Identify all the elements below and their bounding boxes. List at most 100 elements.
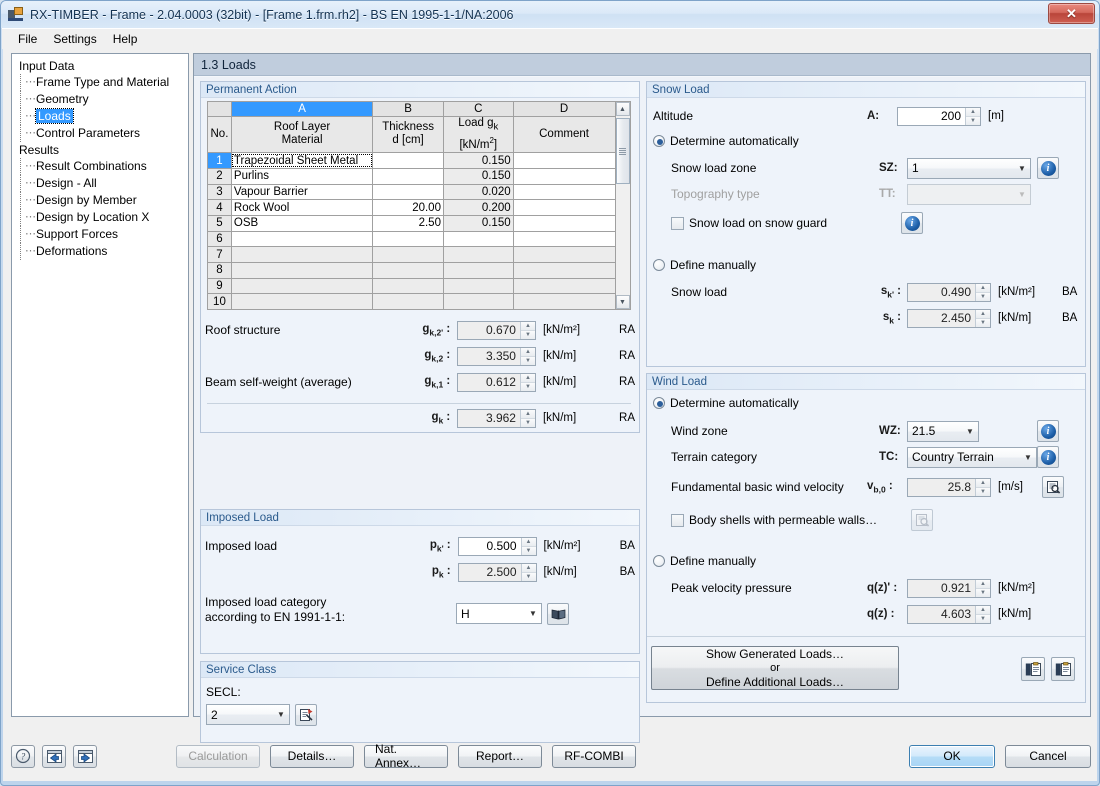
wind-zone-info-button[interactable]: i	[1037, 420, 1059, 442]
row-number[interactable]: 2	[207, 167, 232, 185]
value-text[interactable]	[908, 478, 975, 496]
row-number[interactable]: 8	[207, 261, 232, 279]
snow-load-on-snow-guard-checkbox[interactable]: Snow load on snow guard	[671, 216, 879, 230]
cell-load[interactable]: 0.150	[442, 167, 514, 185]
cell-thickness[interactable]	[372, 261, 444, 279]
gk1-input[interactable]: ▲▼	[457, 372, 536, 392]
column-letter-a[interactable]: A	[230, 101, 374, 117]
value-text[interactable]	[908, 605, 975, 623]
table-row[interactable]: 10	[207, 293, 616, 310]
value-text[interactable]	[458, 409, 520, 427]
spinner-buttons[interactable]: ▲ ▼	[975, 283, 990, 301]
snow-guard-info-button[interactable]: i	[901, 212, 923, 234]
value-text[interactable]	[458, 347, 520, 365]
imposed-load-pk-input[interactable]: ▲▼	[457, 562, 537, 582]
show-generated-loads-button[interactable]: Show Generated Loads… or Define Addition…	[651, 646, 899, 690]
row-number[interactable]: 9	[207, 277, 232, 295]
permanent-action-table[interactable]: A B C D No. Roof Layer Material Thicknes…	[207, 101, 616, 310]
cell-comment[interactable]	[512, 199, 616, 216]
cell-comment[interactable]	[512, 167, 616, 185]
nat-annex-button[interactable]: Nat. Annex…	[364, 742, 448, 770]
cell-load[interactable]	[442, 277, 514, 295]
cell-thickness[interactable]	[372, 183, 444, 201]
value-text[interactable]	[458, 563, 521, 581]
cell-thickness[interactable]	[372, 167, 444, 185]
value-text[interactable]	[458, 537, 521, 555]
altitude-input[interactable]: ▲▼	[897, 106, 981, 126]
cell-material[interactable]	[230, 277, 374, 295]
cell-thickness[interactable]: 20.00	[372, 199, 444, 216]
row-number[interactable]: 10	[207, 293, 232, 310]
help-button[interactable]: ?	[11, 744, 35, 768]
value-text[interactable]	[458, 321, 520, 339]
service-class-select[interactable]: 2 ▼	[206, 704, 290, 725]
snow-load-sk-prime-input[interactable]: ▲▼	[907, 282, 991, 302]
cell-comment[interactable]	[512, 261, 616, 279]
service-class-info-button[interactable]	[295, 704, 317, 726]
ok-button[interactable]: OK	[909, 744, 995, 768]
scroll-down-arrow-icon[interactable]: ▼	[615, 295, 630, 309]
scrollbar-thumb[interactable]	[615, 118, 630, 184]
calculation-button[interactable]: Calculation	[176, 744, 260, 768]
wind-velocity-input[interactable]: ▲▼	[907, 477, 991, 497]
gk-total-input[interactable]: ▲▼	[457, 408, 536, 428]
cell-material[interactable]	[230, 230, 374, 248]
spinner-buttons[interactable]: ▲ ▼	[519, 373, 535, 391]
column-letter-c[interactable]: C	[442, 101, 514, 117]
column-letter-d[interactable]: D	[512, 101, 616, 117]
table-row[interactable]: 7	[207, 246, 616, 263]
terrain-category-info-button[interactable]: i	[1037, 446, 1059, 468]
cell-comment[interactable]	[512, 230, 616, 248]
value-text[interactable]	[908, 309, 975, 327]
cell-material[interactable]: Vapour Barrier	[230, 183, 374, 201]
table-row[interactable]: 4 Rock Wool 20.00 0.200	[207, 199, 616, 216]
sidebar-item-loads[interactable]: ⋯ Loads	[15, 108, 185, 125]
cell-thickness[interactable]	[372, 246, 444, 263]
imposed-load-category-book-button[interactable]	[547, 603, 569, 625]
imposed-load-pk-prime-input[interactable]: ▲▼	[457, 536, 537, 556]
imposed-load-category-select[interactable]: H ▼	[456, 603, 542, 624]
import-loads-button[interactable]	[1021, 657, 1045, 681]
table-row[interactable]: 6	[207, 230, 616, 248]
table-row[interactable]: 9	[207, 277, 616, 295]
gk2-input[interactable]: ▲▼	[457, 346, 536, 366]
peak-velocity-qz-input[interactable]: ▲▼	[907, 604, 991, 624]
cell-load[interactable]	[442, 293, 514, 310]
body-shells-lookup-button[interactable]	[911, 509, 933, 531]
terrain-category-select[interactable]: Country Terrain ▼	[907, 446, 1037, 468]
table-row[interactable]: 5 OSB 2.50 0.150	[207, 214, 616, 232]
wind-zone-select[interactable]: 21.5 ▼	[907, 420, 979, 442]
sidebar-item-design-by-member[interactable]: ⋯Design by Member	[15, 192, 185, 209]
previous-button[interactable]	[42, 744, 66, 768]
scroll-up-arrow-icon[interactable]: ▲	[615, 102, 630, 116]
spinner-buttons[interactable]: ▲ ▼	[519, 347, 535, 365]
cell-thickness[interactable]	[372, 277, 444, 295]
tree-group-input-data[interactable]: Input Data	[15, 58, 185, 74]
snow-load-zone-info-button[interactable]: i	[1037, 157, 1059, 179]
cancel-button[interactable]: Cancel	[1005, 744, 1091, 768]
rf-combi-button[interactable]: RF-COMBI	[552, 744, 636, 768]
report-button[interactable]: Report…	[458, 744, 542, 768]
row-number[interactable]: 6	[207, 230, 232, 248]
cell-load[interactable]	[442, 230, 514, 248]
snow-load-sk-input[interactable]: ▲▼	[907, 308, 991, 328]
body-shells-checkbox[interactable]: Body shells with permeable walls…	[671, 513, 903, 527]
cell-load[interactable]: 0.150	[442, 214, 514, 232]
cell-comment[interactable]	[512, 293, 616, 310]
spinner-buttons[interactable]: ▲ ▼	[965, 107, 980, 125]
value-text[interactable]	[908, 579, 975, 597]
cell-load[interactable]: 0.020	[442, 183, 514, 201]
cell-comment[interactable]	[512, 214, 616, 232]
row-number[interactable]: 4	[207, 199, 232, 216]
cell-material[interactable]: Purlins	[230, 167, 374, 185]
cell-load[interactable]	[442, 261, 514, 279]
menu-item-file[interactable]: File	[10, 30, 45, 48]
cell-material[interactable]: Trapezoidal Sheet Metal	[230, 152, 374, 169]
sidebar-item-frame-type-and-material[interactable]: ⋯Frame Type and Material	[15, 74, 185, 91]
cell-material[interactable]	[230, 246, 374, 263]
export-loads-button[interactable]	[1051, 657, 1075, 681]
table-vertical-scrollbar[interactable]: ▲ ▼	[615, 101, 631, 310]
table-row[interactable]: 2 Purlins 0.150	[207, 167, 616, 185]
chevron-down-icon[interactable]: ▼	[962, 422, 978, 441]
snow-determine-automatically-radio[interactable]: Determine automatically	[653, 134, 799, 148]
